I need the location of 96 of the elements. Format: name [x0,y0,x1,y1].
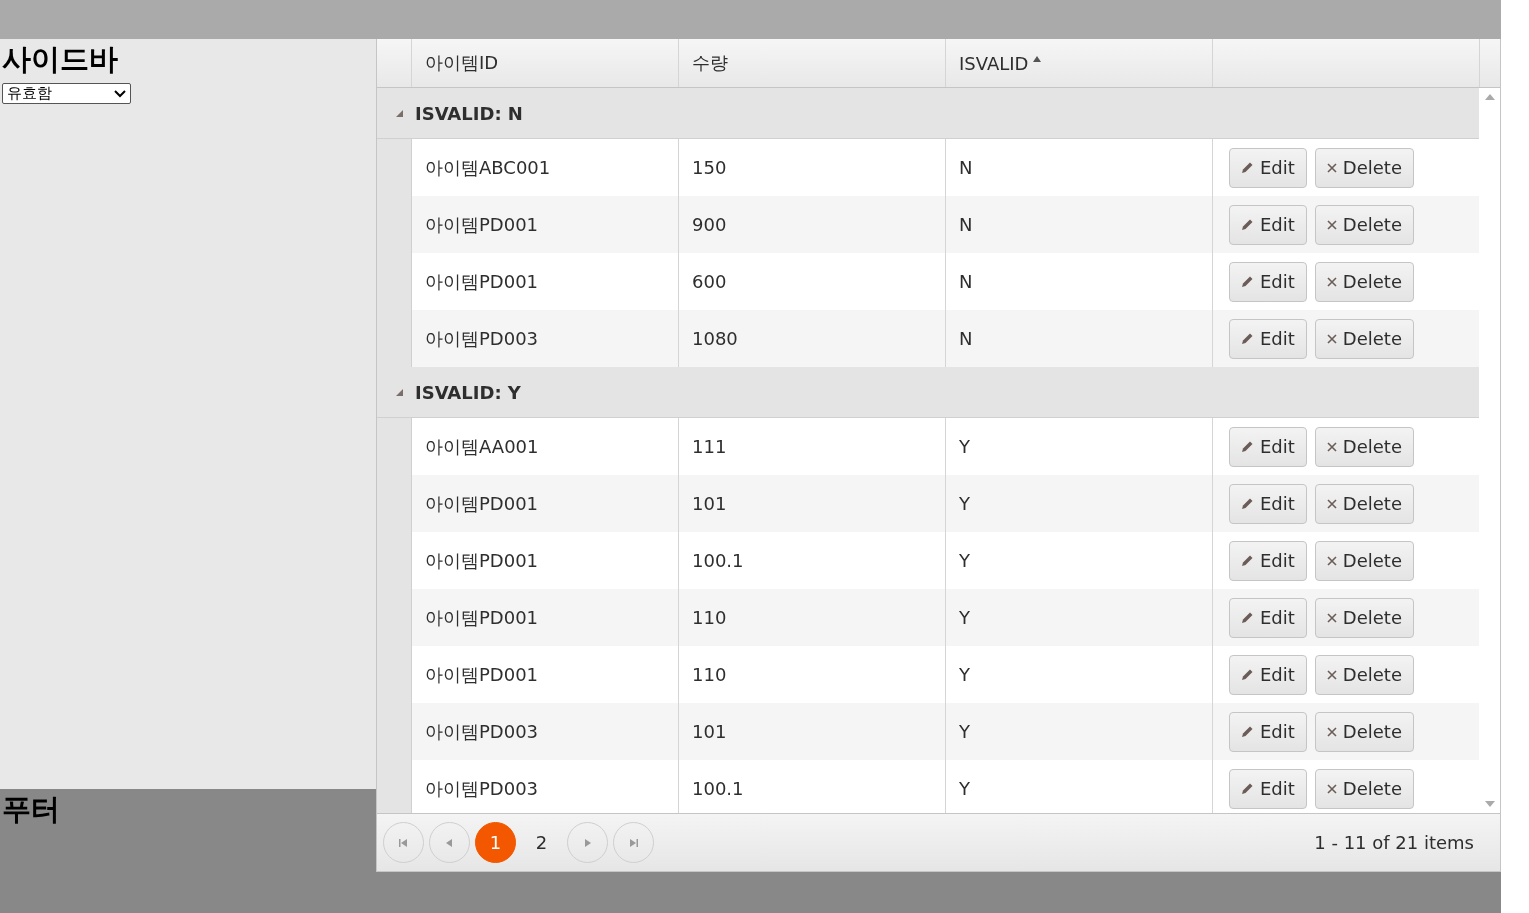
close-icon [1326,726,1337,737]
pencil-icon [1241,497,1254,510]
column-header[interactable]: ISVALID [959,52,1042,74]
delete-button[interactable]: Delete [1314,147,1414,188]
table-cell: 아이템PD003 [425,719,539,744]
table-cell: 100.1 [692,550,744,571]
scroll-up-icon[interactable] [1484,94,1495,100]
sidebar-title: 사이드바 [2,41,118,77]
close-icon [1326,669,1337,680]
pencil-icon [1241,275,1254,288]
status-dropdown[interactable]: 유효함 [2,83,131,104]
delete-button[interactable]: Delete [1314,483,1414,524]
edit-button[interactable]: Edit [1229,261,1307,302]
table-cell: N [959,328,973,349]
table-cell: 110 [692,664,727,685]
pencil-icon [1241,161,1254,174]
edit-button[interactable]: Edit [1229,768,1307,809]
column-header[interactable]: 아이템ID [425,51,499,75]
table-cell: Y [959,607,970,628]
delete-button[interactable]: Delete [1314,318,1414,359]
table-cell: 110 [692,607,727,628]
last-page-icon [629,838,638,847]
edit-button[interactable]: Edit [1229,540,1307,581]
table-cell: 100.1 [692,778,744,799]
close-icon [1326,162,1337,173]
chevron-down-icon [114,89,126,98]
first-page-icon [399,838,408,847]
pencil-icon [1241,440,1254,453]
table-cell: 아이템PD001 [425,605,539,630]
column-header[interactable]: 수량 [692,51,728,75]
table-cell: 아이템PD001 [425,662,539,687]
table-cell: 600 [692,271,727,292]
table-cell: 아이템PD003 [425,326,539,351]
delete-button[interactable]: Delete [1314,597,1414,638]
next-page-icon [583,838,592,847]
pencil-icon [1241,554,1254,567]
collapse-icon[interactable] [396,109,403,117]
close-icon [1326,555,1337,566]
table-cell: N [959,214,973,235]
pencil-icon [1241,782,1254,795]
close-icon [1326,333,1337,344]
edit-button[interactable]: Edit [1229,711,1307,752]
table-cell: 1080 [692,328,738,349]
pencil-icon [1241,611,1254,624]
delete-button[interactable]: Delete [1314,768,1414,809]
edit-button[interactable]: Edit [1229,483,1307,524]
pager-info: 1 - 11 of 21 items [1314,832,1474,853]
pencil-icon [1241,332,1254,345]
footer-title: 푸터 [2,791,60,827]
table-cell: N [959,157,973,178]
edit-button[interactable]: Edit [1229,426,1307,467]
edit-button[interactable]: Edit [1229,204,1307,245]
table-cell: Y [959,436,970,457]
table-cell: N [959,271,973,292]
delete-button[interactable]: Delete [1314,654,1414,695]
delete-button[interactable]: Delete [1314,261,1414,302]
edit-button[interactable]: Edit [1229,147,1307,188]
table-cell: 아이템PD001 [425,269,539,294]
table-cell: 아이템AA001 [425,434,539,459]
edit-button[interactable]: Edit [1229,597,1307,638]
collapse-icon[interactable] [396,388,403,396]
close-icon [1326,219,1337,230]
table-cell: Y [959,550,970,571]
table-cell: 111 [692,436,727,457]
scroll-down-icon[interactable] [1484,801,1495,807]
table-cell: 900 [692,214,727,235]
close-icon [1326,276,1337,287]
page-button[interactable]: 2 [521,822,562,863]
table-cell: 아이템PD001 [425,548,539,573]
delete-button[interactable]: Delete [1314,711,1414,752]
table-cell: Y [959,721,970,742]
table-cell: 101 [692,721,727,742]
table-cell: 아이템ABC001 [425,155,551,180]
close-icon [1326,441,1337,452]
group-header: ISVALID: N [415,102,523,124]
delete-button[interactable]: Delete [1314,540,1414,581]
pencil-icon [1241,725,1254,738]
table-cell: Y [959,778,970,799]
table-cell: 150 [692,157,727,178]
table-cell: 아이템PD003 [425,776,539,801]
table-cell: 아이템PD001 [425,491,539,516]
delete-button[interactable]: Delete [1314,426,1414,467]
table-cell: Y [959,493,970,514]
table-cell: 101 [692,493,727,514]
close-icon [1326,498,1337,509]
close-icon [1326,612,1337,623]
table-cell: Y [959,664,970,685]
previous-page-icon [445,838,454,847]
pencil-icon [1241,668,1254,681]
pencil-icon [1241,218,1254,231]
edit-button[interactable]: Edit [1229,654,1307,695]
delete-button[interactable]: Delete [1314,204,1414,245]
edit-button[interactable]: Edit [1229,318,1307,359]
group-header: ISVALID: Y [415,381,521,403]
close-icon [1326,783,1337,794]
table-cell: 아이템PD001 [425,212,539,237]
